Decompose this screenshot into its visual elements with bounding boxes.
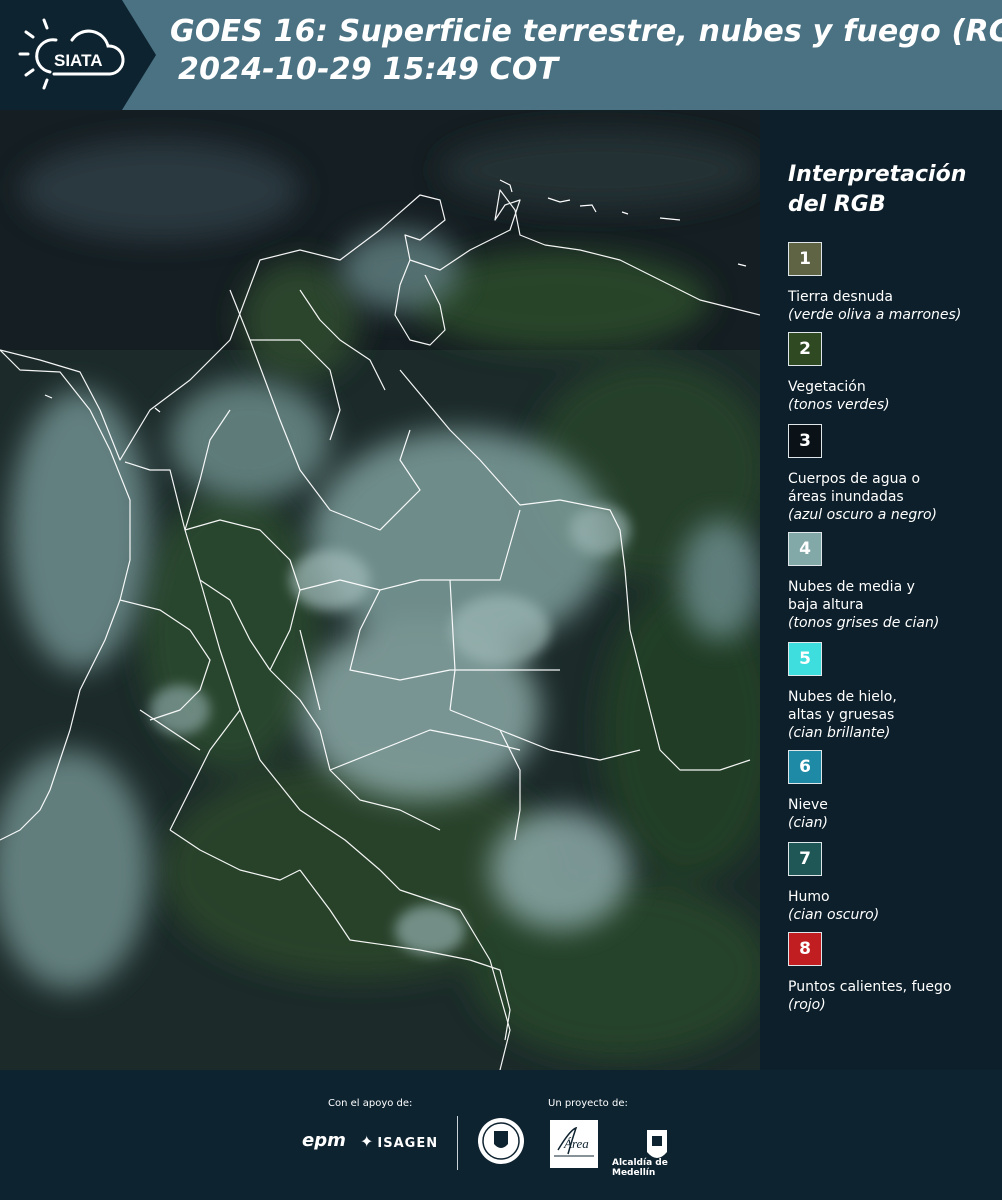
satellite-map [0, 110, 760, 1070]
legend-item-fire: 8 Puntos calientes, fuego (rojo) [788, 932, 998, 1014]
legend-note: (tonos grises de cian) [788, 615, 940, 631]
svg-text:SIATA: SIATA [54, 51, 102, 70]
legend-swatch: 6 [788, 750, 822, 784]
legend-swatch: 1 [788, 242, 822, 276]
area-metropolitana-logo: Área [550, 1120, 598, 1168]
legend-label: Vegetación [788, 379, 866, 395]
legend-swatch: 8 [788, 932, 822, 966]
legend-item-water: 3 Cuerpos de agua o áreas inundadas (azu… [788, 424, 998, 524]
epm-logo: epm [302, 1130, 346, 1151]
legend-note: (azul oscuro a negro) [788, 507, 937, 523]
legend-swatch: 7 [788, 842, 822, 876]
timestamp: 2024-10-29 15:49 COT [178, 52, 559, 87]
legend-swatch: 2 [788, 332, 822, 366]
legend-title: Interpretación del RGB [788, 162, 967, 217]
legend-label: Puntos calientes, fuego [788, 979, 952, 995]
legend-note: (verde oliva a marrones) [788, 307, 962, 323]
siata-logo: SIATA [18, 18, 125, 90]
legend-swatch: 5 [788, 642, 822, 676]
legend-note: (cian oscuro) [788, 907, 880, 923]
legend-item-bare-soil: 1 Tierra desnuda (verde oliva a marrones… [788, 242, 998, 324]
legend-item-ice-clouds: 5 Nubes de hielo, altas y gruesas (cian … [788, 642, 998, 742]
page-title: GOES 16: Superficie terrestre, nubes y f… [170, 14, 1002, 49]
legend-label: Nubes de media y baja altura [788, 579, 915, 613]
legend-item-smoke: 7 Humo (cian oscuro) [788, 842, 998, 924]
alcaldia-label: Alcaldía de Medellín [612, 1158, 668, 1178]
footer: Con el apoyo de: Un proyecto de: epm ✦ IS… [0, 1070, 1002, 1200]
support-caption: Con el apoyo de: [328, 1098, 413, 1109]
university-seal-icon [478, 1118, 524, 1164]
legend-label: Cuerpos de agua o áreas inundadas [788, 471, 921, 505]
header: SIATA GOES 16: Superficie terrestre, nub… [0, 0, 1002, 110]
legend-note: (rojo) [788, 997, 826, 1013]
legend-swatch: 3 [788, 424, 822, 458]
legend-note: (cian brillante) [788, 725, 891, 741]
legend-swatch: 4 [788, 532, 822, 566]
isagen-logo: ✦ ISAGEN [360, 1132, 439, 1151]
legend-item-vegetation: 2 Vegetación (tonos verdes) [788, 332, 998, 414]
legend-item-snow: 6 Nieve (cian) [788, 750, 998, 832]
svg-text:Área: Área [563, 1136, 589, 1151]
legend-item-mid-low-clouds: 4 Nubes de media y baja altura (tonos gr… [788, 532, 998, 632]
legend-label: Tierra desnuda [788, 289, 893, 305]
legend-note: (tonos verdes) [788, 397, 890, 413]
legend: Interpretación del RGB 1 Tierra desnuda … [760, 110, 1002, 1070]
legend-note: (cian) [788, 815, 828, 831]
isagen-star-icon: ✦ [360, 1132, 375, 1151]
footer-divider [457, 1116, 458, 1170]
legend-label: Nieve [788, 797, 828, 813]
legend-label: Humo [788, 889, 830, 905]
project-caption: Un proyecto de: [548, 1098, 628, 1109]
satellite-image [0, 110, 760, 1070]
legend-label: Nubes de hielo, altas y gruesas [788, 689, 897, 723]
